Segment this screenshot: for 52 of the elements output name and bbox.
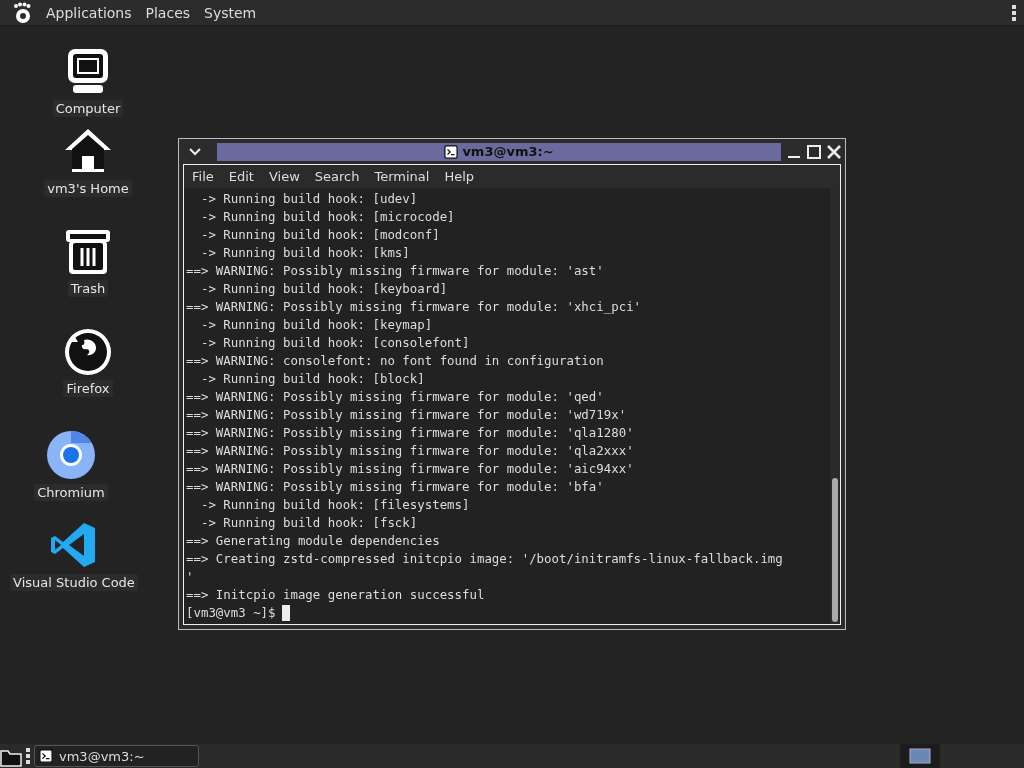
menu-item[interactable]: Edit (228, 169, 254, 185)
maximize-icon[interactable] (807, 144, 821, 159)
terminal-line: -> Running build hook: [block] (199, 370, 426, 388)
terminal-line: -> Running build hook: [microcode] (199, 208, 456, 226)
terminal-icon (39, 749, 53, 763)
terminal-line: ==> WARNING: Possibly missing firmware for module: 'qed' (186, 388, 605, 406)
desktop-icon-label[interactable]: Trash (67, 280, 109, 297)
close-icon[interactable] (827, 144, 841, 159)
taskbar-button[interactable]: vm3@vm3:~ (34, 745, 199, 767)
terminal-line: ' (186, 568, 195, 586)
panel-menu[interactable]: Applications (46, 4, 132, 21)
terminal-line: ==> WARNING: Possibly missing firmware for module: 'xhci_pci' (186, 298, 643, 316)
desktop-icon-label[interactable]: vm3's Home (44, 180, 132, 197)
terminal-line: ==> WARNING: Possibly missing firmware for module: 'qla1280' (186, 424, 635, 442)
terminal-line: -> Running build hook: [keymap] (199, 316, 434, 334)
menu-item[interactable]: Search (314, 169, 360, 185)
handle-icon[interactable] (1012, 4, 1016, 21)
menu-item[interactable]: File (192, 169, 214, 185)
terminal-line: ==> Creating zstd-compressed initcpio image: '/boot/initramfs-linux-fallback.img (186, 550, 784, 568)
menu-item[interactable]: Terminal (374, 169, 430, 185)
window-title: vm3@vm3:~ (462, 144, 554, 160)
chevron-down-icon[interactable] (189, 147, 201, 156)
terminal-line: ==> WARNING: Possibly missing firmware for module: 'ast' (186, 262, 605, 280)
desktop-icon-label[interactable]: Chromium (34, 484, 108, 501)
terminal-line: ==> WARNING: Possibly missing firmware for module: 'aic94xx' (186, 460, 635, 478)
terminal-line: -> Running build hook: [consolefont] (199, 334, 471, 352)
panel-menu[interactable]: Places (145, 4, 191, 21)
menu-item[interactable]: Help (444, 169, 475, 185)
shell-prompt: [vm3@vm3 ~]$ (186, 604, 276, 622)
menu-item[interactable]: View (268, 169, 300, 185)
text-cursor (281, 605, 290, 621)
terminal-line: ==> Generating module dependencies (186, 532, 441, 550)
terminal-line: -> Running build hook: [udev] (199, 190, 419, 208)
terminal-line: ==> WARNING: Possibly missing firmware for module: 'bfa' (186, 478, 605, 496)
terminal-line: -> Running build hook: [keyboard] (199, 280, 449, 298)
desktop-icon-label[interactable]: Visual Studio Code (10, 574, 138, 591)
terminal-icon (444, 144, 459, 159)
terminal-line: ==> WARNING: Possibly missing firmware for module: 'wd719x' (186, 406, 628, 424)
desktop-icon-label[interactable]: Firefox (63, 380, 113, 397)
desktop-icon-label[interactable]: Computer (52, 100, 124, 117)
handle-icon[interactable] (26, 747, 30, 765)
scrollbar-thumb[interactable] (832, 478, 838, 622)
terminal-line: ==> Initcpio image generation successful (186, 586, 486, 604)
terminal-line: -> Running build hook: [kms] (199, 244, 411, 262)
terminal-line: -> Running build hook: [modconf] (199, 226, 441, 244)
foot-logo-icon[interactable] (12, 1, 32, 24)
terminal-line: -> Running build hook: [fsck] (199, 514, 419, 532)
chromium-icon[interactable] (46, 430, 96, 480)
terminal-line: ==> WARNING: consolefont: no font found in configuration (186, 352, 605, 370)
terminal-line: -> Running build hook: [filesystems] (199, 496, 471, 514)
panel-menu[interactable]: System (204, 4, 257, 21)
terminal-line: ==> WARNING: Possibly missing firmware for module: 'qla2xxx' (186, 442, 635, 460)
